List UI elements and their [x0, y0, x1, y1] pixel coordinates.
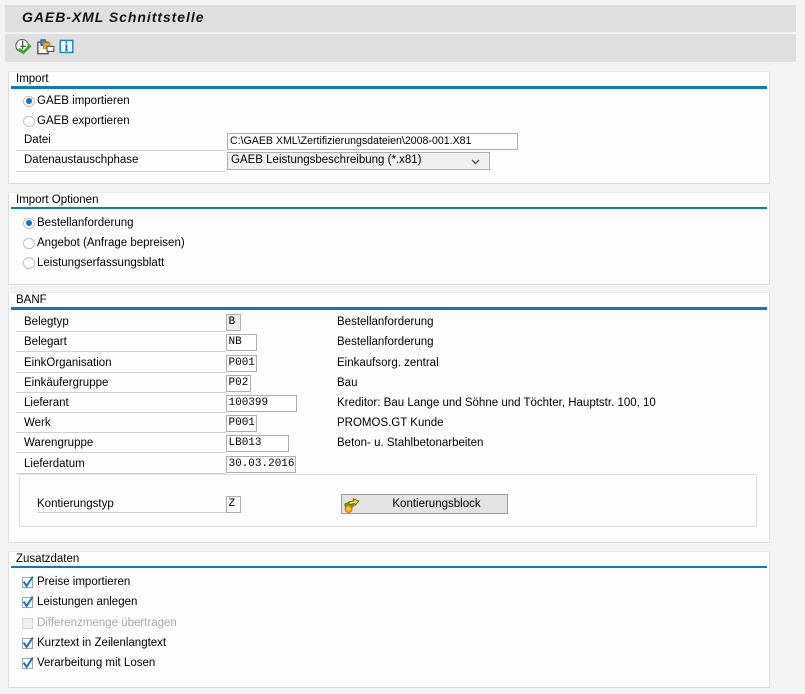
- svg-text:i: i: [65, 39, 69, 54]
